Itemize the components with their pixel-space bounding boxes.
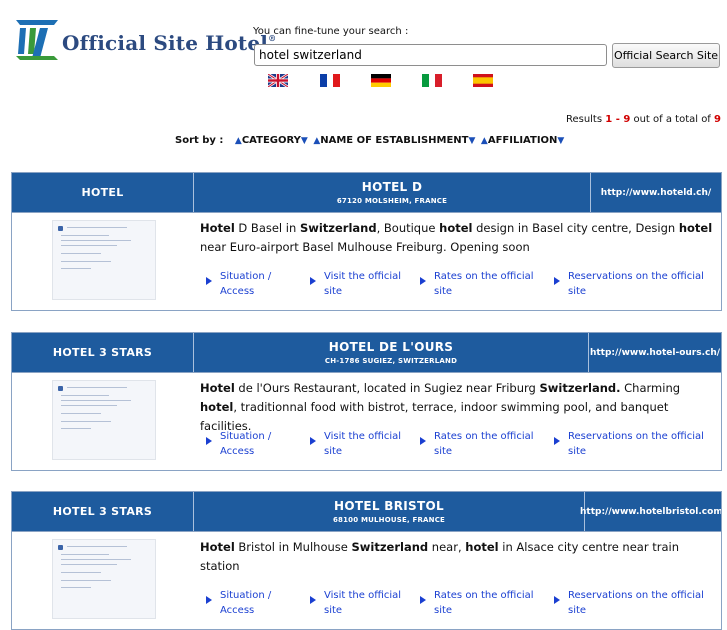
hotel-card: HOTEL HOTEL D 67120 MOLSHEIM, FRANCE htt… <box>11 172 722 311</box>
hotel-card: HOTEL 3 STARS HOTEL DE L'OURS CH-1786 SU… <box>11 332 722 471</box>
hotel-card-body: Hotel de l'Ours Restaurant, located in S… <box>12 372 721 470</box>
website-thumbnail[interactable] <box>52 539 156 619</box>
hotel-card: HOTEL 3 STARS HOTEL BRISTOL 68100 MULHOU… <box>11 491 722 630</box>
hotel-links: Situation / Access Visit the official si… <box>206 269 718 301</box>
hotel-location: 67120 MOLSHEIM, FRANCE <box>336 197 448 205</box>
hotel-category: HOTEL <box>12 173 194 212</box>
arrow-right-icon <box>554 596 560 604</box>
hotel-card-body: Hotel Bristol in Mulhouse Switzerland ne… <box>12 531 721 629</box>
hotel-description: Hotel de l'Ours Restaurant, located in S… <box>200 381 681 433</box>
hotel-url-link[interactable]: http://www.hotelbristol.com/ <box>580 492 721 531</box>
hotel-name-cell[interactable]: HOTEL D 67120 MOLSHEIM, FRANCE <box>194 173 591 212</box>
sort-affiliation[interactable]: ▲AFFILIATION▼ <box>481 135 564 146</box>
hotel-category: HOTEL 3 STARS <box>12 333 194 372</box>
sort-desc-icon[interactable]: ▼ <box>301 136 308 146</box>
france-flag-icon[interactable] <box>320 74 340 87</box>
hotel-name-cell[interactable]: HOTEL BRISTOL 68100 MULHOUSE, FRANCE <box>194 492 585 531</box>
website-thumbnail[interactable] <box>52 380 156 460</box>
uk-flag-icon[interactable] <box>268 74 288 87</box>
sort-asc-icon[interactable]: ▲ <box>235 136 242 146</box>
arrow-right-icon <box>420 437 426 445</box>
visit-official-site-link[interactable]: Visit the official site <box>310 269 406 299</box>
hotel-name-cell[interactable]: HOTEL DE L'OURS CH-1786 SUGIEZ, SWITZERL… <box>194 333 589 372</box>
germany-flag-icon[interactable] <box>371 74 391 87</box>
hotel-card-body: Hotel D Basel in Switzerland, Boutique h… <box>12 212 721 310</box>
reservations-official-site-link[interactable]: Reservations on the official site <box>554 429 714 459</box>
site-logo[interactable]: Official Site Hotel® <box>14 18 276 62</box>
sort-bar: Sort by : ▲CATEGORY▼ ▲NAME OF ESTABLISHM… <box>175 135 566 146</box>
hotel-url-link[interactable]: http://www.hotel-ours.ch/ <box>589 333 721 372</box>
situation-access-link[interactable]: Situation / Access <box>206 429 296 459</box>
rates-official-site-link[interactable]: Rates on the official site <box>420 269 540 299</box>
arrow-right-icon <box>310 596 316 604</box>
hotel-description: Hotel Bristol in Mulhouse Switzerland ne… <box>200 540 679 573</box>
hotel-card-header: HOTEL HOTEL D 67120 MOLSHEIM, FRANCE htt… <box>12 173 721 212</box>
sort-category[interactable]: ▲CATEGORY▼ <box>235 135 308 146</box>
hotel-card-header: HOTEL 3 STARS HOTEL BRISTOL 68100 MULHOU… <box>12 492 721 531</box>
situation-access-link[interactable]: Situation / Access <box>206 588 296 618</box>
reservations-official-site-link[interactable]: Reservations on the official site <box>554 588 714 618</box>
situation-access-link[interactable]: Situation / Access <box>206 269 296 299</box>
hotel-description: Hotel D Basel in Switzerland, Boutique h… <box>200 221 713 254</box>
arrow-right-icon <box>310 437 316 445</box>
hotel-name[interactable]: HOTEL DE L'OURS <box>329 340 453 354</box>
sort-label: Sort by : <box>175 135 224 146</box>
arrow-right-icon <box>420 596 426 604</box>
arrow-right-icon <box>206 437 212 445</box>
italy-flag-icon[interactable] <box>422 74 442 87</box>
arrow-right-icon <box>310 277 316 285</box>
arrow-right-icon <box>420 277 426 285</box>
rates-official-site-link[interactable]: Rates on the official site <box>420 588 540 618</box>
logo-mark-icon <box>16 20 58 60</box>
hotel-name[interactable]: HOTEL D <box>362 180 423 194</box>
sort-name-of-establishment[interactable]: ▲NAME OF ESTABLISHMENT▼ <box>313 135 475 146</box>
arrow-right-icon <box>554 277 560 285</box>
reservations-official-site-link[interactable]: Reservations on the official site <box>554 269 714 299</box>
hotel-location: 68100 MULHOUSE, FRANCE <box>332 516 446 524</box>
hotel-links: Situation / Access Visit the official si… <box>206 429 718 461</box>
arrow-right-icon <box>554 437 560 445</box>
sort-desc-icon[interactable]: ▼ <box>557 136 564 146</box>
search-input[interactable] <box>254 44 607 66</box>
arrow-right-icon <box>206 277 212 285</box>
rates-official-site-link[interactable]: Rates on the official site <box>420 429 540 459</box>
spain-flag-icon[interactable] <box>473 74 493 87</box>
hotel-card-header: HOTEL 3 STARS HOTEL DE L'OURS CH-1786 SU… <box>12 333 721 372</box>
hotel-category: HOTEL 3 STARS <box>12 492 194 531</box>
hotel-url-link[interactable]: http://www.hoteld.ch/ <box>591 173 721 212</box>
visit-official-site-link[interactable]: Visit the official site <box>310 429 406 459</box>
hotel-location: CH-1786 SUGIEZ, SWITZERLAND <box>324 357 458 365</box>
sort-asc-icon[interactable]: ▲ <box>481 136 488 146</box>
hotel-links: Situation / Access Visit the official si… <box>206 588 718 620</box>
visit-official-site-link[interactable]: Visit the official site <box>310 588 406 618</box>
results-count: Results 1 - 9 out of a total of 9 <box>565 114 721 125</box>
website-thumbnail[interactable] <box>52 220 156 300</box>
arrow-right-icon <box>206 596 212 604</box>
sort-desc-icon[interactable]: ▼ <box>469 136 476 146</box>
search-hint: You can fine-tune your search : <box>253 26 409 37</box>
brand-name: Official Site Hotel® <box>62 31 277 55</box>
hotel-name[interactable]: HOTEL BRISTOL <box>334 499 444 513</box>
official-search-button[interactable]: Official Search Site <box>612 43 720 68</box>
